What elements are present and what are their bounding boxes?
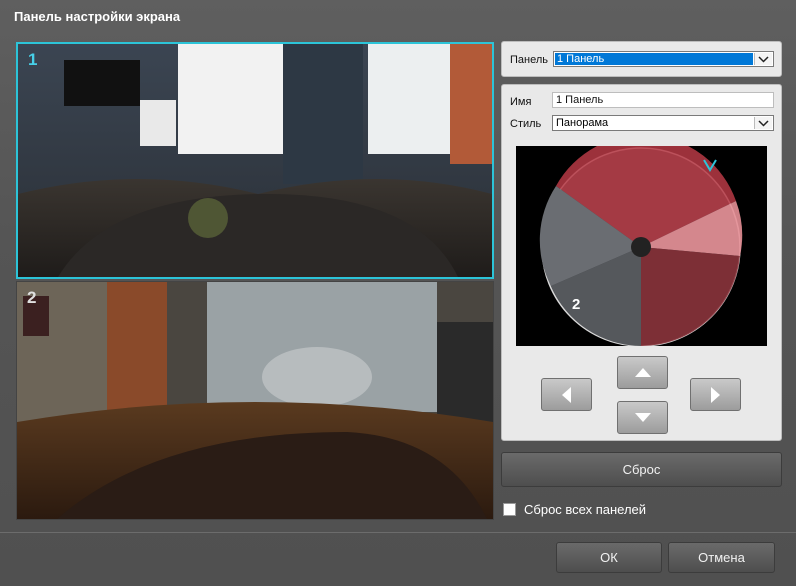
fisheye-image: 2 (539, 146, 743, 346)
camera-image-2 (17, 282, 493, 519)
arrow-up-icon (634, 368, 651, 377)
cancel-button[interactable]: Отмена (668, 542, 775, 573)
panel-select[interactable]: 1 Панель (553, 51, 774, 67)
view-number-1: 1 (28, 50, 38, 69)
fisheye-preview[interactable]: 2 (516, 146, 767, 346)
chevron-down-icon[interactable] (754, 53, 772, 65)
reset-all-label[interactable]: Сброс всех панелей (524, 502, 646, 517)
chevron-down-icon[interactable] (754, 117, 772, 129)
view-number-2: 2 (27, 288, 37, 307)
camera-image-1 (18, 44, 492, 277)
reset-all-row: Сброс всех панелей (503, 502, 646, 517)
pan-left-button[interactable] (541, 378, 592, 411)
pan-right-button[interactable] (690, 378, 741, 411)
camera-view-1[interactable]: 1 (16, 42, 494, 279)
fisheye-number: 2 (572, 296, 580, 313)
pan-up-button[interactable] (617, 356, 668, 389)
pan-down-button[interactable] (617, 401, 668, 434)
camera-view-2[interactable]: 2 (16, 281, 494, 520)
panel-label: Панель (510, 54, 549, 66)
style-label: Стиль (510, 118, 542, 130)
arrow-right-icon (711, 386, 720, 403)
reset-button[interactable]: Сброс (501, 452, 782, 487)
ok-button[interactable]: ОК (556, 542, 662, 573)
style-select[interactable]: Панорама (552, 115, 774, 131)
arrow-left-icon (562, 386, 571, 403)
name-field[interactable]: 1 Панель (552, 92, 774, 108)
panel-selector-group: Панель 1 Панель (501, 41, 782, 77)
screen-settings-dialog: Панель настройки экрана 1 2 Панель 1 Пан… (0, 0, 796, 586)
name-label: Имя (510, 96, 532, 108)
style-select-value: Панорама (556, 117, 609, 129)
panel-select-value: 1 Панель (555, 53, 753, 65)
reset-all-checkbox[interactable] (503, 503, 516, 516)
dialog-title: Панель настройки экрана (14, 9, 181, 24)
footer-divider (0, 532, 796, 533)
arrow-down-icon (634, 413, 651, 422)
